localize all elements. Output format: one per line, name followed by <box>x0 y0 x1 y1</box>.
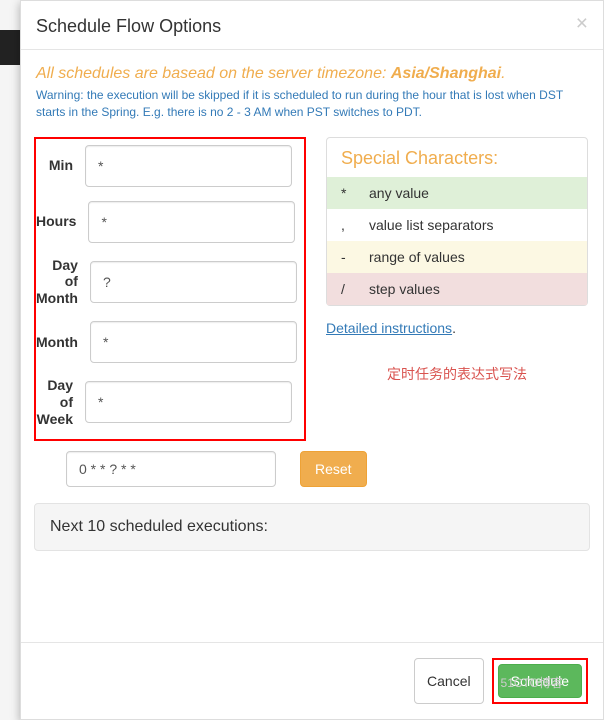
special-desc: range of values <box>369 249 465 265</box>
timezone-notice: All schedules are basead on the server t… <box>36 65 588 83</box>
modal-footer: Cancel Schedule <box>21 642 603 719</box>
cron-label-month: Month <box>36 334 90 351</box>
cron-label-day-of-week: Day of Week <box>36 377 85 427</box>
special-desc: step values <box>369 281 440 297</box>
cron-label-min: Min <box>36 157 85 174</box>
special-row-list: , value list separators <box>327 209 587 241</box>
cron-fields-column: Min Hours Day of Month Month <box>36 137 306 442</box>
cron-label-hours: Hours <box>36 213 88 230</box>
special-row-any: * any value <box>327 177 587 209</box>
reset-button[interactable]: Reset <box>300 451 367 487</box>
special-characters-title: Special Characters: <box>327 138 587 177</box>
special-desc: any value <box>369 185 429 201</box>
special-char: , <box>341 217 369 233</box>
timezone-notice-suffix: . <box>501 65 505 82</box>
cron-label-day-of-month: Day of Month <box>36 257 90 307</box>
timezone-name: Asia/Shanghai <box>391 65 501 82</box>
special-characters-panel: Special Characters: * any value , value … <box>326 137 588 306</box>
special-char: * <box>341 185 369 201</box>
cron-input-hours[interactable] <box>88 201 295 243</box>
special-char: - <box>341 249 369 265</box>
annotation-highlight-box: Min Hours Day of Month Month <box>34 137 306 442</box>
cron-summary-row: Reset <box>36 451 588 487</box>
cancel-button[interactable]: Cancel <box>414 658 484 704</box>
schedule-button[interactable]: Schedule <box>498 664 582 698</box>
modal-title: Schedule Flow Options <box>36 16 588 37</box>
special-desc: value list separators <box>369 217 494 233</box>
close-icon[interactable]: × <box>576 13 588 34</box>
cron-field-hours: Hours <box>36 201 292 243</box>
cron-input-day-of-week[interactable] <box>85 381 292 423</box>
cron-input-day-of-month[interactable] <box>90 261 297 303</box>
link-suffix: . <box>452 320 456 336</box>
red-annotation-text: 定时任务的表达式写法 <box>326 364 588 384</box>
special-row-range: - range of values <box>327 241 587 273</box>
modal-header: Schedule Flow Options × <box>21 1 603 50</box>
detailed-instructions-link[interactable]: Detailed instructions <box>326 320 452 336</box>
special-char: / <box>341 281 369 297</box>
special-characters-column: Special Characters: * any value , value … <box>326 137 588 442</box>
timezone-notice-prefix: All schedules are basead on the server t… <box>36 65 391 82</box>
cron-field-month: Month <box>36 321 292 363</box>
cron-input-month[interactable] <box>90 321 297 363</box>
special-row-step: / step values <box>327 273 587 305</box>
cron-field-day-of-week: Day of Week <box>36 377 292 427</box>
schedule-flow-modal: Schedule Flow Options × All schedules ar… <box>20 0 604 720</box>
cron-field-min: Min <box>36 145 292 187</box>
dst-warning: Warning: the execution will be skipped i… <box>36 87 588 121</box>
cron-expression-input[interactable] <box>66 451 276 487</box>
cron-input-min[interactable] <box>85 145 292 187</box>
modal-body: All schedules are basead on the server t… <box>21 50 603 551</box>
annotation-highlight-schedule: Schedule <box>492 658 588 704</box>
next-executions-panel: Next 10 scheduled executions: <box>34 503 590 551</box>
cron-field-day-of-month: Day of Month <box>36 257 292 307</box>
